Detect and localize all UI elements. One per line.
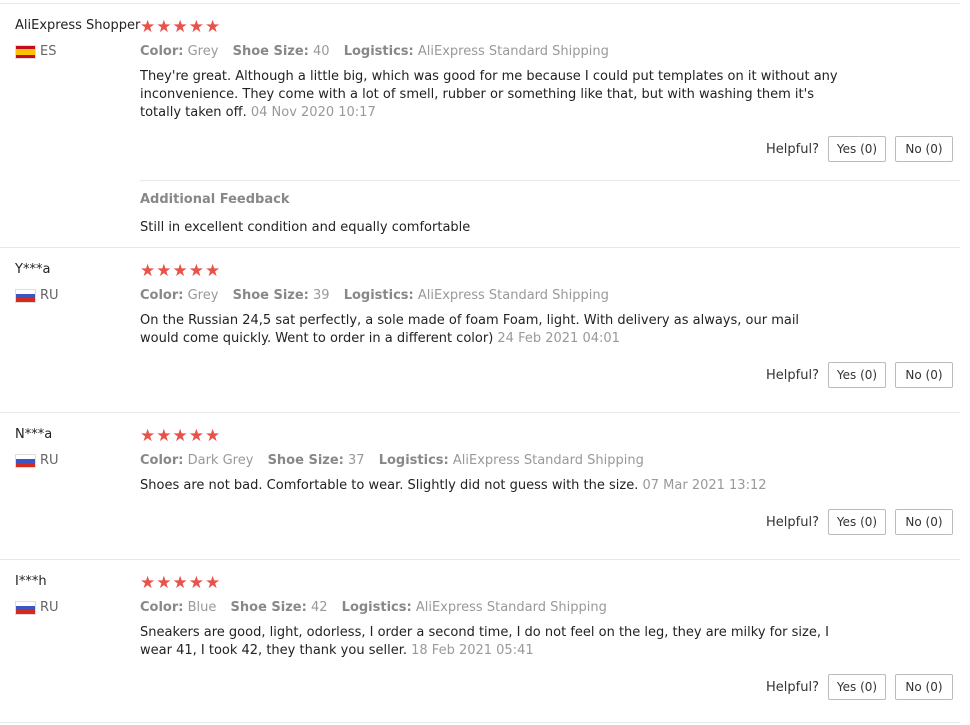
review-text: Shoes are not bad. Comfortable to wear. … [140,477,840,495]
helpful-yes-button[interactable]: Yes (0) [828,136,886,162]
color-label: Color: [140,600,184,615]
helpful-yes-button[interactable]: Yes (0) [828,509,886,535]
size-value: 37 [348,453,365,468]
color-label: Color: [140,44,184,59]
color-value: Grey [187,44,219,59]
flag-ru-icon [15,288,36,303]
additional-feedback-text: Still in excellent condition and equally… [140,220,471,235]
flag-es-icon [15,44,36,59]
review-date: 07 Mar 2021 13:12 [642,478,767,493]
size-label: Shoe Size: [230,600,307,615]
review-meta: Color: Blue Shoe Size: 42 Logistics: Ali… [140,600,607,615]
rating-stars: ★★★★★ [140,261,222,281]
helpful-no-button[interactable]: No (0) [895,509,953,535]
country-code: RU [40,600,59,615]
color-value: Grey [187,288,219,303]
rating-stars: ★★★★★ [140,573,222,593]
reviewer-name: N***a [15,427,53,442]
review-date: 18 Feb 2021 05:41 [411,643,534,658]
country-code: RU [40,453,59,468]
review-body: They're great. Although a little big, wh… [140,69,838,120]
helpful-label: Helpful? [766,367,819,383]
reviewer-country: RU [15,288,59,303]
color-value: Dark Grey [187,453,254,468]
size-value: 39 [313,288,330,303]
review-date: 24 Feb 2021 04:01 [497,331,620,346]
flag-ru-icon [15,600,36,615]
logistics-value: AliExpress Standard Shipping [417,288,609,303]
reviewer-country: ES [15,44,56,59]
logistics-label: Logistics: [378,453,449,468]
helpful-label: Helpful? [766,679,819,695]
color-label: Color: [140,288,184,303]
logistics-value: AliExpress Standard Shipping [452,453,644,468]
size-value: 40 [313,44,330,59]
divider [0,3,960,4]
logistics-label: Logistics: [341,600,412,615]
divider [0,722,960,723]
reviewer-name: I***h [15,574,47,589]
review-text: Sneakers are good, light, odorless, I or… [140,624,840,660]
helpful-controls: Helpful? Yes (0) No (0) [766,136,953,162]
review-meta: Color: Grey Shoe Size: 39 Logistics: Ali… [140,288,609,303]
review-body: On the Russian 24,5 sat perfectly, a sol… [140,313,800,346]
color-value: Blue [187,600,217,615]
size-label: Shoe Size: [232,44,309,59]
country-code: ES [40,44,57,59]
country-code: RU [40,288,59,303]
color-label: Color: [140,453,184,468]
logistics-label: Logistics: [343,44,414,59]
size-label: Shoe Size: [267,453,344,468]
reviews-list: AliExpress Shopper ES ★★★★★ Color: Grey … [0,0,970,725]
logistics-label: Logistics: [343,288,414,303]
divider [140,180,960,181]
size-label: Shoe Size: [232,288,309,303]
review-meta: Color: Grey Shoe Size: 40 Logistics: Ali… [140,44,609,59]
helpful-yes-button[interactable]: Yes (0) [828,674,886,700]
helpful-no-button[interactable]: No (0) [895,674,953,700]
review-text: On the Russian 24,5 sat perfectly, a sol… [140,312,840,348]
helpful-no-button[interactable]: No (0) [895,362,953,388]
helpful-controls: Helpful? Yes (0) No (0) [766,362,953,388]
helpful-controls: Helpful? Yes (0) No (0) [766,674,953,700]
divider [0,559,960,560]
review-body: Shoes are not bad. Comfortable to wear. … [140,478,639,493]
reviewer-name: AliExpress Shopper [15,18,141,33]
reviewer-country: RU [15,453,59,468]
helpful-controls: Helpful? Yes (0) No (0) [766,509,953,535]
logistics-value: AliExpress Standard Shipping [415,600,607,615]
helpful-label: Helpful? [766,141,819,157]
divider [0,247,960,248]
size-value: 42 [310,600,328,615]
helpful-yes-button[interactable]: Yes (0) [828,362,886,388]
additional-feedback-title: Additional Feedback [140,192,290,207]
logistics-value: AliExpress Standard Shipping [417,44,609,59]
flag-ru-icon [15,453,36,468]
helpful-no-button[interactable]: No (0) [895,136,953,162]
review-meta: Color: Dark Grey Shoe Size: 37 Logistics… [140,453,644,468]
review-text: They're great. Although a little big, wh… [140,68,840,122]
review-date: 04 Nov 2020 10:17 [250,105,376,120]
helpful-label: Helpful? [766,514,819,530]
rating-stars: ★★★★★ [140,17,222,37]
reviewer-name: Y***a [15,262,51,277]
rating-stars: ★★★★★ [140,426,222,446]
divider [0,412,960,413]
reviewer-country: RU [15,600,59,615]
